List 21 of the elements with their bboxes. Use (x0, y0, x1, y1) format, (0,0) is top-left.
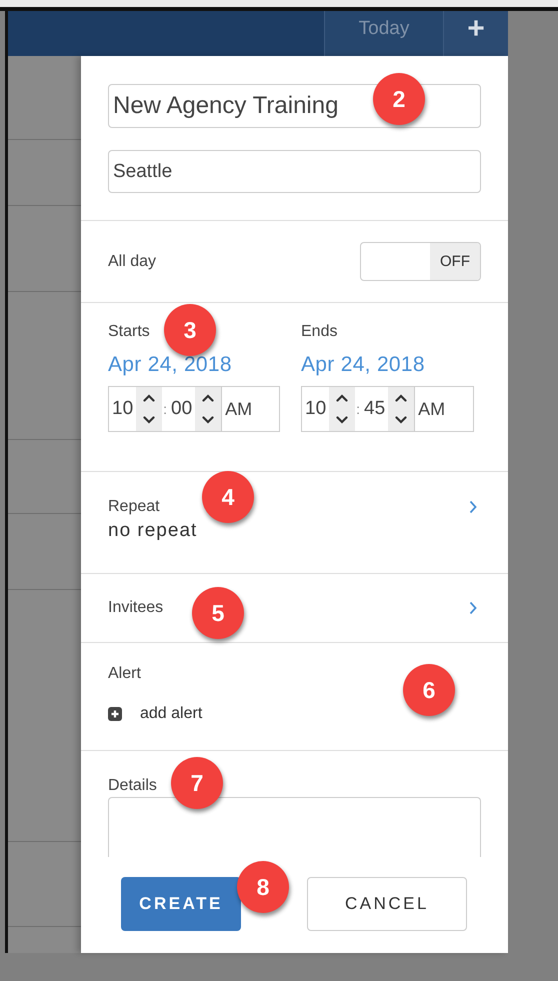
annotation-badge: 8 (237, 861, 289, 913)
ends-label: Ends (301, 323, 338, 341)
plus-icon[interactable] (108, 707, 122, 721)
annotation-badge: 6 (403, 664, 455, 716)
starts-label: Starts (108, 323, 150, 341)
add-alert-link[interactable]: add alert (140, 705, 202, 723)
annotation-badge: 5 (192, 587, 244, 639)
all-day-toggle[interactable]: OFF (360, 242, 481, 281)
annotation-badge: 3 (164, 304, 216, 356)
location-field[interactable]: Seattle (108, 150, 481, 193)
add-button[interactable]: + (444, 11, 508, 56)
all-day-label: All day (108, 252, 156, 270)
repeat-label: Repeat (108, 498, 160, 516)
annotation-badge: 4 (202, 471, 254, 523)
create-button[interactable]: CREATE (121, 877, 241, 931)
annotation-badge: 7 (171, 757, 223, 809)
details-label: Details (108, 777, 157, 795)
alert-label: Alert (108, 665, 141, 683)
invitees-label: Invitees (108, 599, 164, 617)
repeat-value: no repeat (108, 520, 198, 542)
cancel-button[interactable]: CANCEL (307, 877, 467, 931)
